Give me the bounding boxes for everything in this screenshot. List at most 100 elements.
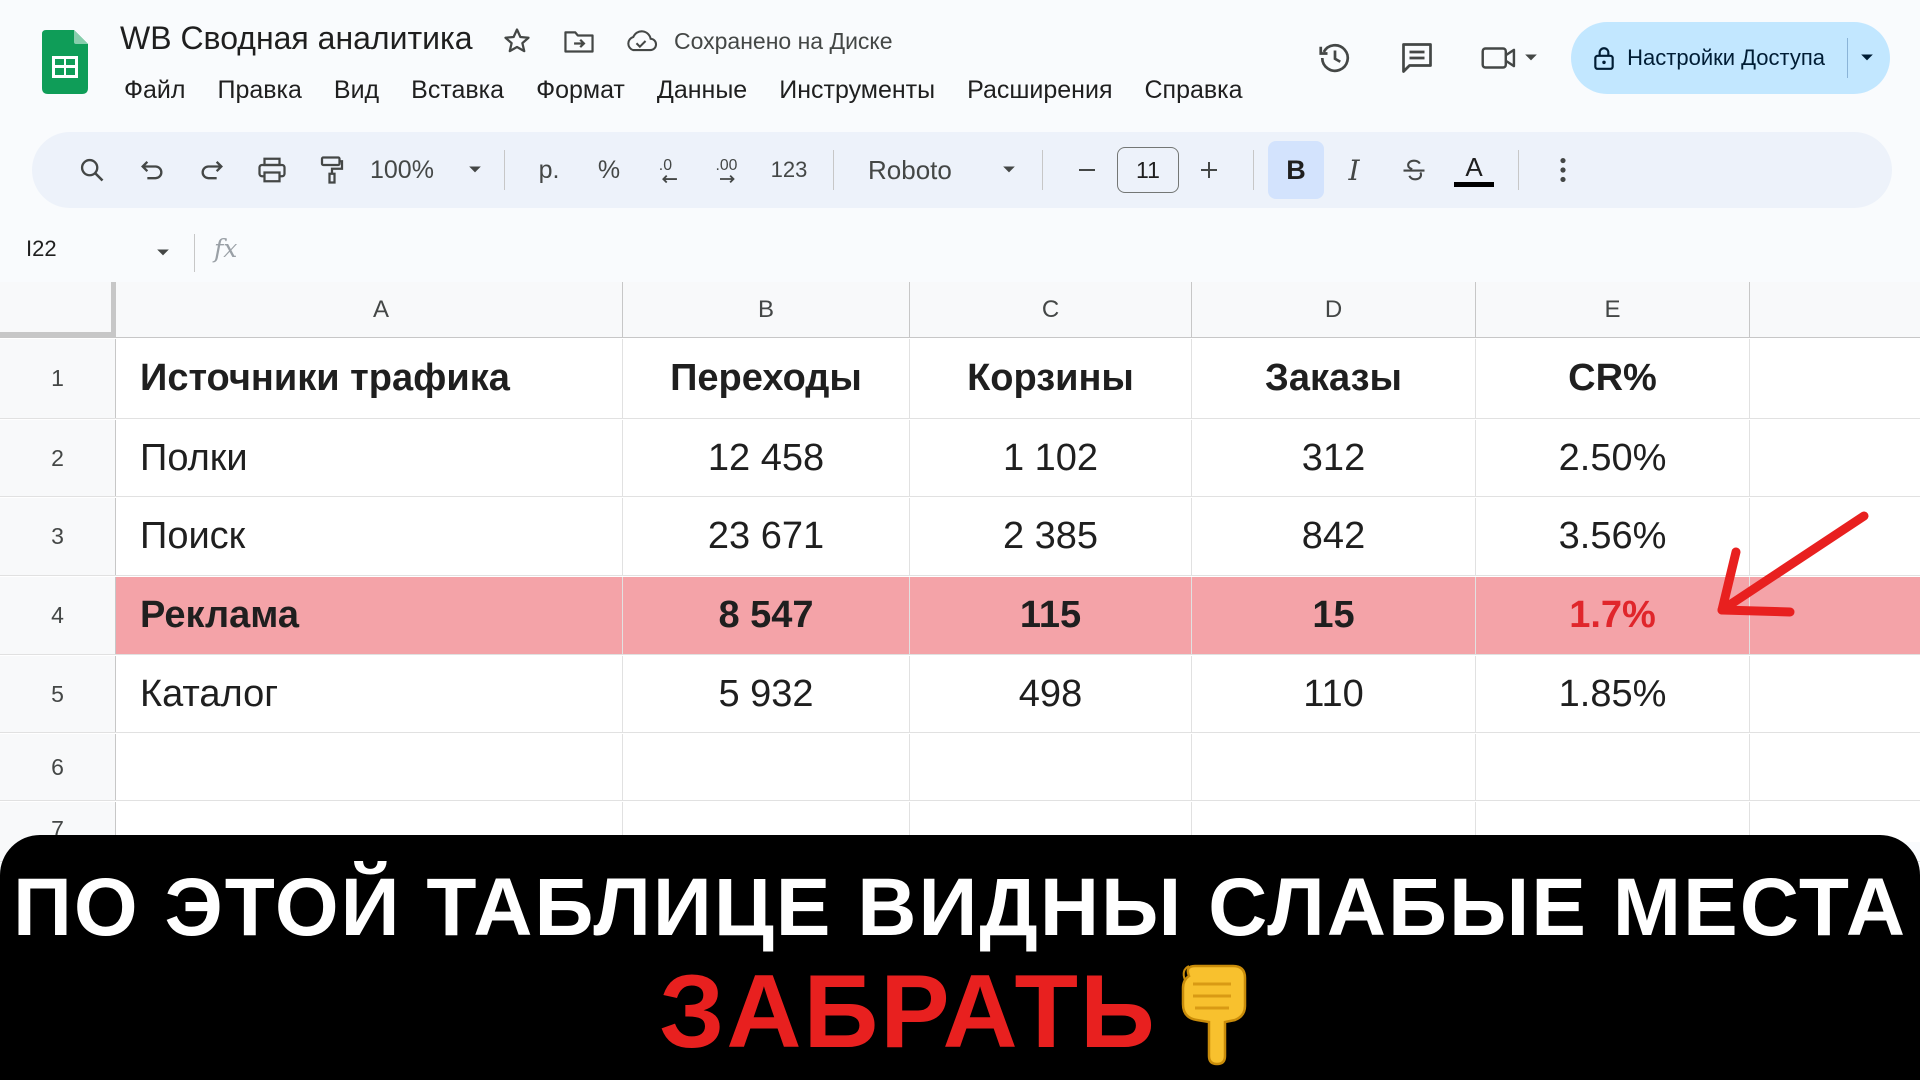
document-title[interactable]: WB Сводная аналитика bbox=[120, 20, 472, 57]
currency-format-button[interactable]: р. bbox=[519, 142, 579, 198]
table-cell[interactable]: 842 bbox=[1192, 498, 1476, 575]
row-header[interactable]: 4 bbox=[0, 577, 116, 654]
menu-extensions[interactable]: Расширения bbox=[951, 74, 1128, 107]
menu-data[interactable]: Данные bbox=[641, 74, 763, 107]
table-cell[interactable]: 1 102 bbox=[910, 420, 1192, 496]
text-color-button[interactable]: A bbox=[1444, 142, 1504, 198]
table-cell[interactable]: Каталог bbox=[116, 656, 623, 732]
menu-help[interactable]: Справка bbox=[1129, 74, 1259, 107]
table-cell[interactable] bbox=[116, 734, 623, 800]
share-label: Настройки Доступа bbox=[1627, 45, 1825, 70]
table-cell[interactable]: 8 547 bbox=[623, 577, 910, 654]
caption-cta: ЗАБРАТЬ bbox=[0, 953, 1920, 1072]
table-row: 1 Источники трафика Переходы Корзины Зак… bbox=[0, 339, 1920, 419]
share-settings-button[interactable]: Настройки Доступа bbox=[1571, 22, 1890, 94]
table-cell[interactable]: 498 bbox=[910, 656, 1192, 732]
text-color-letter: A bbox=[1465, 151, 1483, 182]
row-header[interactable]: 6 bbox=[0, 734, 116, 800]
version-history-icon[interactable] bbox=[1305, 28, 1365, 88]
table-cell[interactable]: Реклама bbox=[116, 577, 623, 654]
row-header[interactable]: 3 bbox=[0, 498, 116, 575]
chevron-down-icon[interactable] bbox=[156, 248, 170, 258]
table-cell[interactable]: 2 385 bbox=[910, 498, 1192, 575]
fx-icon: fx bbox=[214, 234, 238, 263]
table-cell[interactable]: 115 bbox=[910, 577, 1192, 654]
paint-format-icon[interactable] bbox=[302, 142, 362, 198]
row-header[interactable]: 2 bbox=[0, 420, 116, 496]
move-folder-icon[interactable] bbox=[562, 24, 596, 58]
font-name: Roboto bbox=[868, 154, 952, 185]
percent-format-button[interactable]: % bbox=[579, 142, 639, 198]
name-box[interactable]: I22 bbox=[26, 236, 57, 262]
table-cell[interactable]: 2.50% bbox=[1476, 420, 1750, 496]
search-icon[interactable] bbox=[62, 142, 122, 198]
menu-edit[interactable]: Правка bbox=[201, 74, 317, 107]
column-header[interactable]: B bbox=[623, 282, 910, 337]
zoom-select[interactable]: 100% bbox=[362, 142, 490, 198]
italic-button[interactable]: I bbox=[1324, 142, 1384, 198]
star-icon[interactable] bbox=[500, 24, 534, 58]
more-options-icon[interactable] bbox=[1533, 142, 1593, 198]
table-cell[interactable]: 23 671 bbox=[623, 498, 910, 575]
share-divider bbox=[1847, 38, 1848, 78]
menu-file[interactable]: Файл bbox=[108, 74, 201, 107]
menu-view[interactable]: Вид bbox=[318, 74, 395, 107]
table-row: 5 Каталог 5 932 498 110 1.85% bbox=[0, 656, 1920, 733]
select-all-corner[interactable] bbox=[0, 282, 116, 337]
table-cell[interactable]: CR% bbox=[1476, 339, 1750, 418]
table-cell[interactable] bbox=[1476, 734, 1750, 800]
table-cell[interactable]: 1.85% bbox=[1476, 656, 1750, 732]
strikethrough-icon[interactable] bbox=[1384, 142, 1444, 198]
undo-icon[interactable] bbox=[122, 142, 182, 198]
table-cell[interactable]: 312 bbox=[1192, 420, 1476, 496]
redo-icon[interactable] bbox=[182, 142, 242, 198]
column-header[interactable]: C bbox=[910, 282, 1192, 337]
table-cell[interactable] bbox=[1750, 656, 1920, 732]
table-cell[interactable]: Полки bbox=[116, 420, 623, 496]
red-arrow-icon bbox=[1717, 511, 1869, 617]
menu-tools[interactable]: Инструменты bbox=[763, 74, 951, 107]
table-cell[interactable] bbox=[1750, 420, 1920, 496]
table-cell[interactable] bbox=[1192, 734, 1476, 800]
column-header[interactable]: E bbox=[1476, 282, 1750, 337]
table-cell[interactable] bbox=[1750, 734, 1920, 800]
increase-font-size-icon[interactable] bbox=[1179, 142, 1239, 198]
column-header[interactable] bbox=[1750, 282, 1920, 337]
increase-decimal-icon[interactable]: .00 bbox=[699, 142, 759, 198]
column-header[interactable]: A bbox=[116, 282, 623, 337]
svg-text:.00: .00 bbox=[716, 157, 738, 174]
table-cell[interactable]: Заказы bbox=[1192, 339, 1476, 418]
cloud-saved-icon[interactable] bbox=[624, 24, 658, 58]
table-cell[interactable]: 12 458 bbox=[623, 420, 910, 496]
row-header[interactable]: 1 bbox=[0, 339, 116, 418]
table-cell[interactable]: Источники трафика bbox=[116, 339, 623, 418]
row-header[interactable]: 5 bbox=[0, 656, 116, 732]
sheets-logo-icon[interactable] bbox=[42, 30, 88, 94]
table-cell[interactable] bbox=[623, 734, 910, 800]
table-cell[interactable]: 5 932 bbox=[623, 656, 910, 732]
column-header[interactable]: D bbox=[1192, 282, 1476, 337]
chevron-down-icon[interactable] bbox=[1860, 53, 1874, 63]
comments-icon[interactable] bbox=[1387, 28, 1447, 88]
print-icon[interactable] bbox=[242, 142, 302, 198]
table-cell[interactable] bbox=[1750, 339, 1920, 418]
menu-insert[interactable]: Вставка bbox=[395, 74, 520, 107]
menu-format[interactable]: Формат bbox=[520, 74, 641, 107]
table-cell[interactable]: Переходы bbox=[623, 339, 910, 418]
table-cell[interactable]: Поиск bbox=[116, 498, 623, 575]
table-cell[interactable]: Корзины bbox=[910, 339, 1192, 418]
highlighted-table-row: 4 Реклама 8 547 115 15 1.7% bbox=[0, 577, 1920, 655]
table-cell[interactable]: 15 bbox=[1192, 577, 1476, 654]
number-format-button[interactable]: 123 bbox=[759, 142, 819, 198]
decrease-decimal-icon[interactable]: .0 bbox=[639, 142, 699, 198]
table-cell[interactable]: 110 bbox=[1192, 656, 1476, 732]
bold-button[interactable]: B bbox=[1268, 141, 1324, 199]
meet-button[interactable] bbox=[1469, 28, 1549, 88]
font-select[interactable]: Roboto bbox=[848, 142, 1028, 198]
formula-divider bbox=[194, 234, 195, 272]
table-cell[interactable] bbox=[910, 734, 1192, 800]
caption-banner: ПО ЭТОЙ ТАБЛИЦЕ ВИДНЫ СЛАБЫЕ МЕСТА ЗАБРА… bbox=[0, 835, 1920, 1080]
font-size-input[interactable]: 11 bbox=[1117, 147, 1179, 193]
decrease-font-size-icon[interactable] bbox=[1057, 142, 1117, 198]
title-actions: Сохранено на Диске bbox=[500, 24, 893, 58]
